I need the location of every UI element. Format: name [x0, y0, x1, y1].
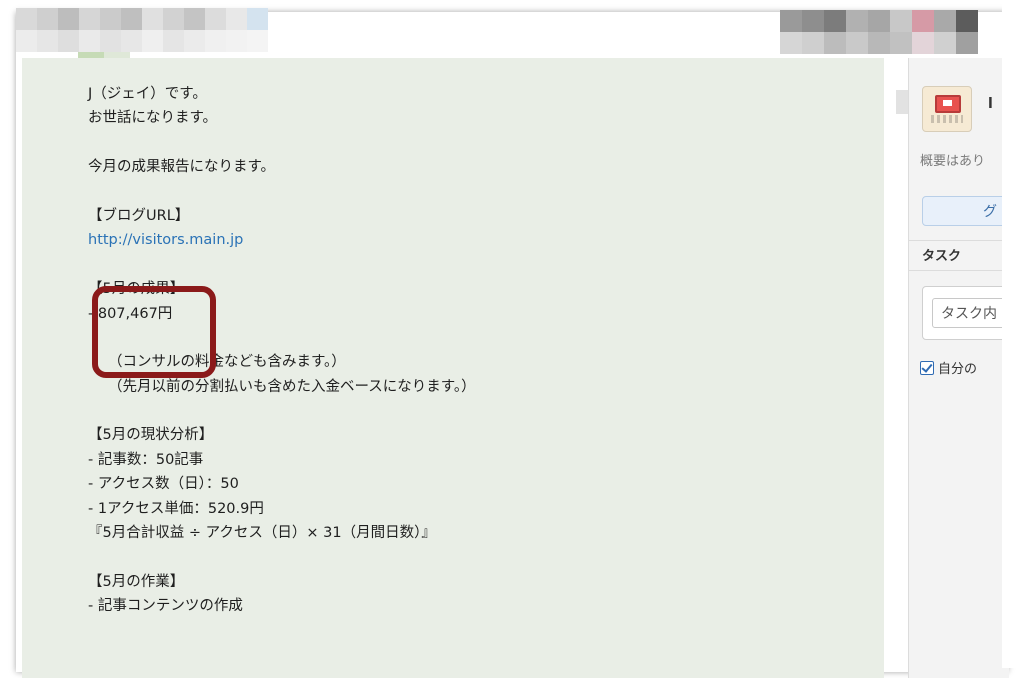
pixel-block — [780, 32, 802, 54]
pixel-block — [121, 30, 142, 52]
pixel-block — [780, 10, 802, 32]
message-line: お世話になります。 — [88, 110, 218, 127]
pixel-block — [100, 8, 121, 30]
own-tasks-checkbox[interactable]: 自分の — [920, 358, 977, 377]
message-note: （先月以前の分割払いも含めた入金ベースになります。） — [108, 378, 476, 395]
censored-header-left — [16, 8, 268, 30]
pixel-block — [163, 30, 184, 52]
pixel-block — [37, 30, 58, 52]
pixel-block — [890, 10, 912, 32]
highlight-annotation — [92, 286, 216, 378]
group-name: l — [988, 96, 993, 112]
analysis-item: - アクセス数（日）：50 — [88, 476, 239, 493]
group-button-label: グ — [983, 204, 997, 220]
pixel-block — [868, 32, 890, 54]
pixel-block — [802, 32, 824, 54]
pixel-block — [247, 30, 268, 52]
pixel-block — [58, 30, 79, 52]
pixel-block — [824, 10, 846, 32]
pixel-block — [100, 30, 121, 52]
pixel-block — [37, 8, 58, 30]
pixel-block — [58, 8, 79, 30]
pixel-block — [912, 10, 934, 32]
divider — [908, 270, 1008, 271]
pixel-block — [142, 8, 163, 30]
pixel-block — [184, 30, 205, 52]
may-analysis-heading: 【5月の現状分析】 — [88, 427, 214, 444]
pixel-block — [846, 10, 868, 32]
message-line — [88, 399, 868, 423]
page-margin — [1002, 0, 1024, 668]
blog-url-heading: 【ブログURL】 — [88, 207, 190, 224]
divider — [908, 240, 1008, 241]
pixel-block — [824, 32, 846, 54]
group-button[interactable]: グ — [922, 196, 1012, 226]
task-section-title: タスク — [922, 249, 962, 264]
pixel-block — [163, 8, 184, 30]
pixel-block — [868, 10, 890, 32]
pixel-block — [142, 30, 163, 52]
pixel-block — [934, 10, 956, 32]
pixel-block — [16, 8, 37, 30]
own-tasks-label: 自分の — [938, 362, 978, 377]
message-line — [88, 253, 868, 277]
pixel-block — [205, 30, 226, 52]
message-line — [88, 131, 868, 155]
pixel-block — [802, 10, 824, 32]
pixel-block — [205, 8, 226, 30]
censored-header-right-lower — [780, 32, 978, 54]
pixel-block — [890, 32, 912, 54]
message-line: J（ジェイ）です。 — [88, 86, 207, 102]
pixel-block — [956, 32, 978, 54]
pixel-block — [846, 32, 868, 54]
censored-header-right — [780, 10, 978, 32]
pixel-block — [184, 8, 205, 30]
task-input-placeholder: タスク内 — [941, 306, 997, 322]
group-overview: 概要はあり — [920, 154, 986, 169]
analysis-item: - 1アクセス単価：520.9円 — [88, 500, 264, 517]
checkbox-checked-icon — [920, 361, 934, 375]
pixel-block — [226, 30, 247, 52]
group-avatar-icon[interactable] — [922, 86, 972, 132]
message-line — [88, 545, 868, 569]
pixel-block — [226, 8, 247, 30]
task-input-field[interactable]: タスク内 — [932, 298, 1012, 328]
message-line: 今月の成果報告になります。 — [88, 159, 276, 176]
pixel-block — [956, 10, 978, 32]
pixel-block — [121, 8, 142, 30]
scrollbar[interactable] — [896, 90, 908, 114]
analysis-formula: 『5月合計収益 ÷ アクセス（日）× 31（月間日数）』 — [88, 525, 436, 542]
pixel-block — [79, 8, 100, 30]
pixel-block — [934, 32, 956, 54]
censored-header-left-lower — [16, 30, 268, 52]
analysis-item: - 記事数：50記事 — [88, 451, 204, 468]
pixel-block — [247, 8, 268, 30]
pixel-block — [912, 32, 934, 54]
blog-url-link[interactable]: http://visitors.main.jp — [88, 232, 243, 248]
may-tasks-heading: 【5月の作業】 — [88, 573, 185, 590]
pixel-block — [79, 30, 100, 52]
task-item: - 記事コンテンツの作成 — [88, 598, 243, 615]
pixel-block — [16, 30, 37, 52]
message-line — [88, 180, 868, 204]
